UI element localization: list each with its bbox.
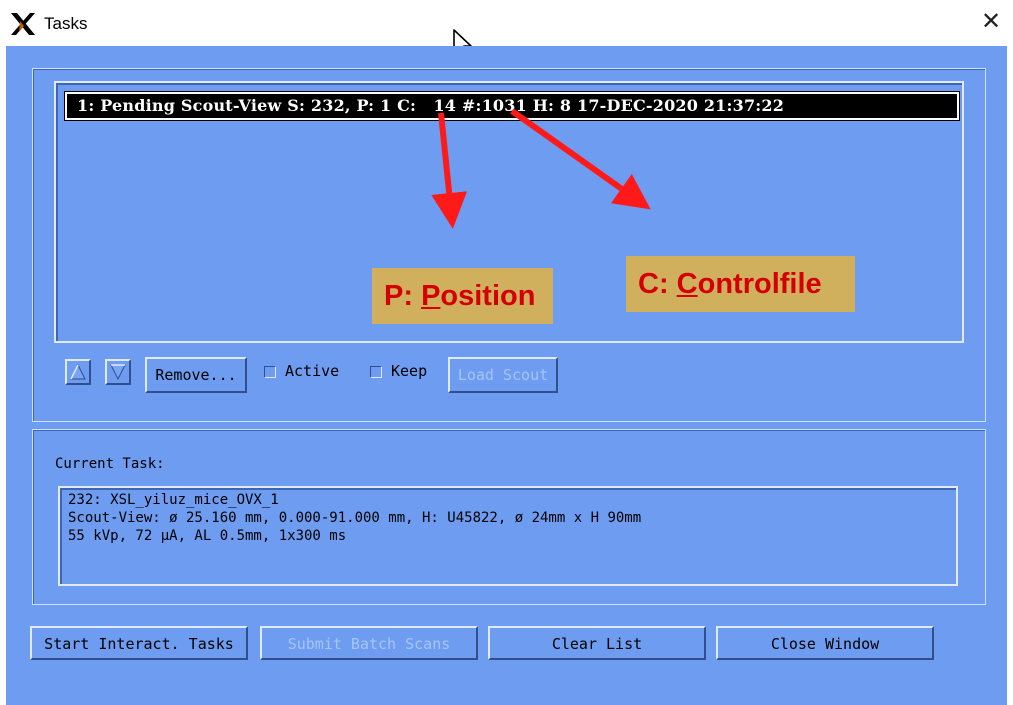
keep-checkbox[interactable] [370,366,382,378]
window-close-button[interactable]: ✕ [979,10,1003,34]
current-task-panel: Current Task: 232: XSL_yiluz_mice_OVX_1 … [32,429,986,605]
current-task-label: Current Task: [55,456,165,472]
annotation-position-label: P: Position [372,268,553,324]
window-title: Tasks [44,14,88,33]
tasks-window-body: 1: Pending Scout-View S: 232, P: 1 C: 14… [6,46,1007,705]
list-controls: Remove... Active Keep Load Scout [33,351,983,393]
task-list[interactable]: 1: Pending Scout-View S: 232, P: 1 C: 14… [54,81,964,343]
close-window-button[interactable]: Close Window [716,626,934,660]
active-checkbox[interactable] [264,366,276,378]
x-window-logo-icon [11,13,35,35]
task-list-item-selected[interactable]: 1: Pending Scout-View S: 232, P: 1 C: 14… [64,91,960,121]
submit-batch-scans-button[interactable]: Submit Batch Scans [260,626,478,660]
remove-button[interactable]: Remove... [145,357,247,393]
active-checkbox-label: Active [285,362,340,380]
arrow-down-icon [110,364,126,380]
current-task-text[interactable]: 232: XSL_yiluz_mice_OVX_1 Scout-View: ø … [58,486,958,586]
move-down-button[interactable] [105,359,131,385]
current-task-line: Scout-View: ø 25.160 mm, 0.000-91.000 mm… [68,510,642,526]
load-scout-button[interactable]: Load Scout [448,357,558,393]
arrow-to-controlfile [510,108,651,210]
start-interact-tasks-button[interactable]: Start Interact. Tasks [30,626,248,660]
annotation-controlfile-label: C: Controlfile [626,256,855,312]
title-bar: Tasks ✕ [0,0,1013,58]
task-list-panel: 1: Pending Scout-View S: 232, P: 1 C: 14… [32,68,986,422]
arrow-to-position [431,112,468,229]
arrow-up-icon [70,364,86,380]
keep-checkbox-label: Keep [391,362,428,380]
clear-list-button[interactable]: Clear List [488,626,706,660]
move-up-button[interactable] [65,359,91,385]
current-task-line: 232: XSL_yiluz_mice_OVX_1 [68,492,279,508]
current-task-line: 55 kVp, 72 µA, AL 0.5mm, 1x300 ms [68,528,347,544]
